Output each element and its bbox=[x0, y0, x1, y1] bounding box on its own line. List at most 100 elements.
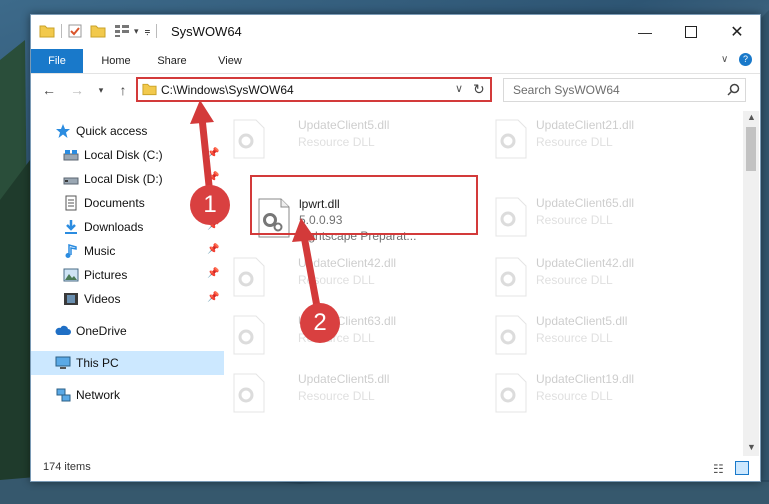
sidebar-item-pictures[interactable]: Pictures 📌 bbox=[31, 263, 224, 287]
sidebar-item-label: Videos bbox=[84, 292, 121, 306]
new-folder-icon[interactable] bbox=[90, 24, 106, 38]
drive-icon bbox=[63, 177, 79, 185]
file-name: UpdateClient19.dll bbox=[536, 372, 635, 386]
tab-file[interactable]: File bbox=[31, 49, 83, 73]
drive-icon bbox=[63, 150, 79, 161]
sidebar-item-music[interactable]: Music 📌 bbox=[31, 239, 224, 263]
up-arrow-icon: ↑ bbox=[119, 82, 127, 98]
expand-ribbon-icon[interactable]: ∨ bbox=[721, 54, 728, 65]
file-explorer-window: ▾ ⩦ SysWOW64 — ✕ File Home Share View ∨ … bbox=[30, 14, 761, 482]
dll-file-icon bbox=[233, 119, 265, 159]
file-type: Resource DLL bbox=[536, 273, 613, 287]
file-type: Resource DLL bbox=[536, 213, 613, 227]
vertical-scrollbar[interactable]: ▲ ▼ bbox=[743, 111, 759, 456]
dll-file-icon bbox=[495, 257, 527, 297]
dll-file-icon bbox=[495, 197, 527, 237]
file-item[interactable]: UpdateClient65.dll Resource DLL bbox=[490, 191, 720, 249]
file-item[interactable]: UpdateClient42.dll Resource DLL bbox=[490, 251, 720, 309]
search-icon[interactable] bbox=[727, 83, 740, 96]
folder-icon[interactable] bbox=[39, 24, 55, 38]
forward-arrow-icon: → bbox=[70, 82, 84, 98]
file-item[interactable]: UpdateClient5.dll Resource DLL bbox=[228, 113, 458, 171]
music-icon bbox=[65, 244, 77, 258]
cloud-icon bbox=[55, 325, 71, 335]
file-item[interactable]: UpdateClient63.dll Resource DLL bbox=[228, 309, 458, 367]
customize-dropdown-icon[interactable]: ▾ bbox=[134, 26, 139, 37]
dll-file-icon bbox=[233, 315, 265, 355]
file-name: UpdateClient42.dll bbox=[298, 256, 397, 270]
document-icon bbox=[65, 195, 77, 211]
close-icon: ✕ bbox=[730, 24, 744, 41]
computer-icon bbox=[55, 356, 71, 369]
sidebar-item-onedrive[interactable]: OneDrive bbox=[31, 319, 224, 343]
pin-icon[interactable]: 📌 bbox=[207, 268, 219, 279]
sidebar-item-label: Quick access bbox=[76, 124, 148, 138]
sidebar-item-this-pc[interactable]: This PC bbox=[31, 351, 224, 375]
file-type: Resource DLL bbox=[298, 389, 375, 403]
view-options-icon[interactable] bbox=[114, 24, 130, 38]
file-type: Resource DLL bbox=[536, 135, 613, 149]
pin-icon[interactable]: 📌 bbox=[207, 292, 219, 303]
details-view-icon[interactable]: ☷ bbox=[713, 462, 724, 476]
sidebar-item-network[interactable]: Network bbox=[31, 383, 224, 407]
file-name: UpdateClient65.dll bbox=[536, 196, 635, 210]
tab-share[interactable]: Share bbox=[149, 49, 195, 73]
step-2-badge: 2 bbox=[300, 303, 340, 343]
file-list: UpdateClient5.dll Resource DLL lpwrt.dll… bbox=[228, 111, 743, 456]
file-type: Resource DLL bbox=[298, 135, 375, 149]
pin-icon[interactable]: 📌 bbox=[207, 172, 219, 183]
file-item[interactable]: UpdateClient42.dll Resource DLL bbox=[228, 251, 458, 309]
file-item[interactable]: UpdateClient19.dll Resource DLL bbox=[490, 367, 720, 425]
quick-access-toolbar: ▾ ⩦ bbox=[39, 24, 163, 38]
file-item[interactable]: UpdateClient5.dll Resource DLL bbox=[490, 309, 720, 367]
dll-file-icon bbox=[233, 257, 265, 297]
step-1-badge: 1 bbox=[190, 185, 230, 225]
sidebar-item-label: This PC bbox=[76, 356, 119, 370]
file-item[interactable]: UpdateClient21.dll Resource DLL bbox=[490, 113, 720, 171]
maximize-icon bbox=[685, 26, 697, 38]
dll-file-icon bbox=[233, 373, 265, 413]
dll-file-icon bbox=[495, 373, 527, 413]
help-icon[interactable]: ? bbox=[739, 53, 752, 66]
file-name: UpdateClient21.dll bbox=[536, 118, 635, 132]
maximize-button[interactable] bbox=[668, 15, 714, 49]
scrollbar-thumb[interactable] bbox=[746, 127, 756, 171]
address-highlight-box bbox=[136, 77, 492, 102]
sidebar-item-quick-access[interactable]: Quick access bbox=[31, 119, 224, 143]
sidebar-item-videos[interactable]: Videos 📌 bbox=[31, 287, 224, 311]
recent-locations-button[interactable]: ▾ bbox=[93, 82, 109, 98]
file-item[interactable]: UpdateClient5.dll Resource DLL bbox=[228, 367, 458, 425]
pictures-icon bbox=[63, 268, 79, 282]
pin-icon[interactable]: 📌 bbox=[207, 244, 219, 255]
scroll-down-icon[interactable]: ▼ bbox=[747, 442, 756, 452]
status-bar: 174 items ☷ bbox=[31, 457, 760, 481]
search-box[interactable]: Search SysWOW64 bbox=[503, 78, 746, 102]
minimize-button[interactable]: — bbox=[622, 15, 668, 49]
up-button[interactable]: ↑ bbox=[115, 82, 131, 98]
tab-home[interactable]: Home bbox=[93, 49, 139, 73]
file-type: Resource DLL bbox=[536, 331, 613, 345]
item-count: 174 items bbox=[43, 461, 91, 473]
sidebar-item-local-disk-c[interactable]: Local Disk (C:) 📌 bbox=[31, 143, 224, 167]
large-icons-view-icon[interactable] bbox=[735, 461, 749, 475]
search-input[interactable]: Search SysWOW64 bbox=[513, 83, 620, 97]
ribbon-tabs: File Home Share View ∨ ? bbox=[31, 49, 760, 74]
tab-view[interactable]: View bbox=[207, 49, 253, 73]
close-button[interactable]: ✕ bbox=[714, 15, 760, 49]
customize-icon[interactable]: ⩦ bbox=[145, 26, 151, 37]
back-button[interactable]: ← bbox=[41, 82, 57, 98]
forward-button[interactable]: → bbox=[69, 82, 85, 98]
properties-icon[interactable] bbox=[68, 24, 82, 38]
pin-icon[interactable]: 📌 bbox=[207, 148, 219, 159]
sidebar-item-label: Network bbox=[76, 388, 121, 402]
video-icon bbox=[64, 293, 78, 305]
file-name: UpdateClient5.dll bbox=[536, 314, 628, 328]
scroll-up-icon[interactable]: ▲ bbox=[747, 112, 756, 122]
network-icon bbox=[56, 388, 71, 402]
sidebar-item-label: Pictures bbox=[84, 268, 128, 282]
chevron-down-icon: ▾ bbox=[98, 85, 104, 95]
window-title: SysWOW64 bbox=[171, 24, 242, 39]
file-name: UpdateClient5.dll bbox=[298, 372, 390, 386]
sidebar-item-local-disk-d[interactable]: Local Disk (D:) 📌 bbox=[31, 167, 224, 191]
navigation-pane: Quick access Local Disk (C:) 📌 Local Dis… bbox=[31, 111, 224, 456]
